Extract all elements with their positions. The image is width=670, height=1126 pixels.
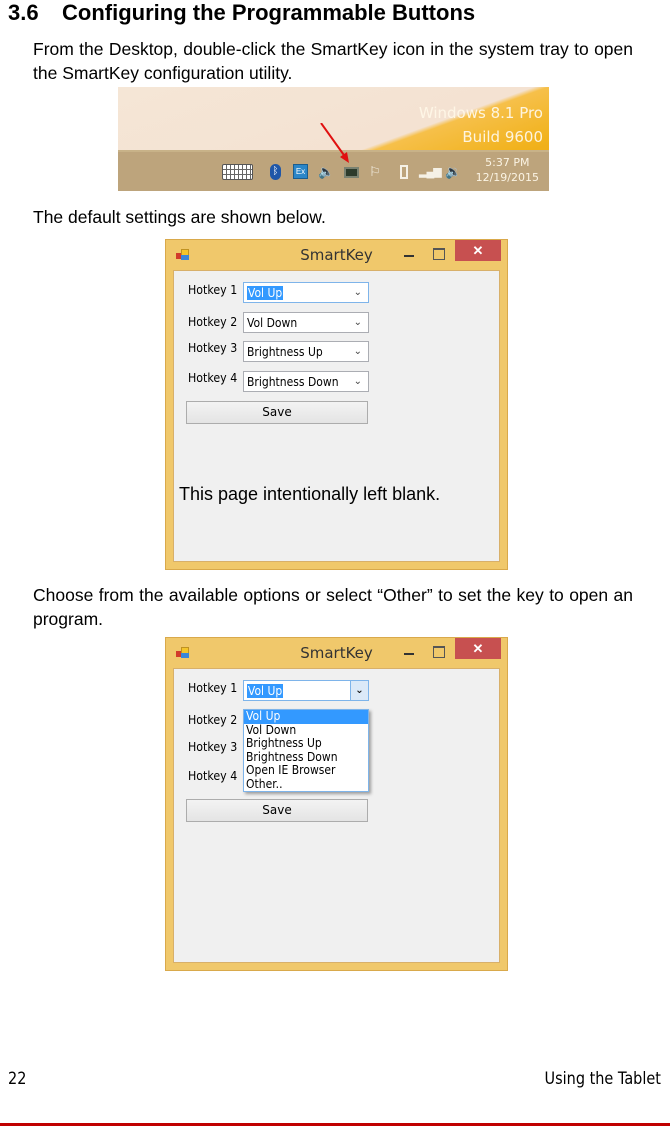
taskbar-screenshot: Windows 8.1 Pro Build 9600 ᛒ Ex 🔈 ⚐ ▂▄▆ … bbox=[118, 87, 549, 191]
smartkey-window-dropdown: SmartKey ✕ Hotkey 1 Vol Up ⌄ Vol Up Vol … bbox=[165, 637, 508, 971]
signal-icon[interactable]: ▂▄▆ bbox=[419, 165, 442, 179]
hotkey-2-label: Hotkey 2 bbox=[188, 315, 238, 329]
chevron-down-icon[interactable]: ⌄ bbox=[354, 286, 362, 300]
keyboard-icon[interactable] bbox=[222, 164, 253, 180]
dropdown-option[interactable]: Brightness Up bbox=[244, 736, 368, 751]
chevron-down-icon[interactable]: ⌄ bbox=[354, 375, 362, 389]
clock-date: 12/19/2015 bbox=[475, 171, 539, 184]
exchange-icon[interactable]: Ex bbox=[293, 164, 308, 179]
hotkey-4-value: Brightness Down bbox=[247, 375, 339, 389]
hotkey-3-label: Hotkey 3 bbox=[188, 341, 238, 355]
dropdown-option[interactable]: Vol Down bbox=[244, 722, 368, 738]
dropdown-option[interactable]: Other.. bbox=[244, 776, 368, 792]
clock-time: 5:37 PM bbox=[485, 156, 530, 169]
section-number: 3.6 bbox=[8, 0, 39, 25]
volume-icon[interactable]: 🔉 bbox=[445, 165, 461, 179]
chevron-down-icon[interactable]: ⌄ bbox=[350, 681, 368, 700]
hotkey-3-label: Hotkey 3 bbox=[188, 740, 238, 754]
arrow-shaft bbox=[320, 123, 347, 159]
dropdown-option[interactable]: Vol Up bbox=[244, 709, 368, 724]
hotkey-4-label: Hotkey 4 bbox=[188, 769, 238, 783]
hotkey-4-label: Hotkey 4 bbox=[188, 371, 238, 385]
option-label: Other.. bbox=[246, 776, 283, 791]
minimize-button[interactable] bbox=[401, 244, 417, 264]
close-button[interactable]: ✕ bbox=[455, 638, 501, 659]
tray-clock[interactable]: 5:37 PM 12/19/2015 bbox=[476, 155, 539, 185]
hotkey-1-select[interactable]: Vol Up ⌄ bbox=[243, 680, 369, 701]
hotkey-1-label: Hotkey 1 bbox=[188, 283, 238, 297]
arrow-head bbox=[340, 152, 349, 163]
defaults-paragraph: The default settings are shown below. bbox=[33, 207, 326, 227]
dropdown-option[interactable]: Open IE Browser bbox=[244, 763, 368, 778]
blank-page-note: This page intentionally left blank. bbox=[179, 484, 441, 504]
speaker-icon[interactable]: 🔈 bbox=[318, 165, 334, 179]
option-label: Brightness Down bbox=[246, 749, 338, 764]
hotkey-1-dropdown-list: Vol Up Vol Down Brightness Up Brightness… bbox=[243, 709, 369, 792]
option-label: Vol Up bbox=[246, 709, 281, 723]
battery-icon[interactable] bbox=[400, 165, 408, 179]
red-arrow-annotation bbox=[320, 123, 349, 163]
chevron-down-icon[interactable]: ⌄ bbox=[354, 316, 362, 330]
hotkey-1-label: Hotkey 1 bbox=[188, 681, 238, 695]
hotkey-1-value: Vol Up bbox=[247, 286, 284, 300]
page-number: 22 bbox=[8, 1069, 27, 1089]
title-bar[interactable]: SmartKey ✕ bbox=[166, 638, 507, 668]
intro-paragraph: From the Desktop, double-click the Smart… bbox=[33, 39, 633, 83]
close-button[interactable]: ✕ bbox=[455, 240, 501, 261]
hotkey-1-select[interactable]: Vol Up ⌄ bbox=[243, 282, 369, 303]
title-bar[interactable]: SmartKey ✕ bbox=[166, 240, 507, 270]
bluetooth-icon[interactable]: ᛒ bbox=[270, 164, 281, 180]
chapter-title: Using the Tablet bbox=[544, 1069, 661, 1089]
minimize-button[interactable] bbox=[401, 642, 417, 662]
hotkey-4-select[interactable]: Brightness Down ⌄ bbox=[243, 371, 369, 392]
option-label: Open IE Browser bbox=[246, 763, 336, 777]
choose-paragraph: Choose from the available options or sel… bbox=[33, 585, 633, 629]
hotkey-2-select[interactable]: Vol Down ⌄ bbox=[243, 312, 369, 333]
action-center-flag-icon[interactable]: ⚐ bbox=[369, 165, 383, 179]
dropdown-option[interactable]: Brightness Down bbox=[244, 749, 368, 765]
save-button[interactable]: Save bbox=[186, 401, 368, 424]
hotkey-3-value: Brightness Up bbox=[247, 345, 323, 359]
section-heading: 3.6 Configuring the Programmable Buttons bbox=[8, 0, 475, 26]
section-title: Configuring the Programmable Buttons bbox=[62, 0, 476, 25]
maximize-button[interactable] bbox=[431, 644, 445, 658]
hotkey-2-value: Vol Down bbox=[247, 316, 298, 330]
windows-version-watermark: Windows 8.1 Pro bbox=[418, 104, 543, 122]
chevron-down-icon[interactable]: ⌄ bbox=[354, 345, 362, 359]
hotkey-1-value: Vol Up bbox=[247, 684, 284, 698]
option-label: Brightness Up bbox=[246, 736, 322, 750]
hotkey-3-select[interactable]: Brightness Up ⌄ bbox=[243, 341, 369, 362]
smartkey-window-default: SmartKey ✕ Hotkey 1 Vol Up ⌄ Hotkey 2 Vo… bbox=[165, 239, 508, 570]
save-button[interactable]: Save bbox=[186, 799, 368, 822]
smartkey-icon[interactable] bbox=[344, 167, 359, 178]
window-client-area: Hotkey 1 Vol Up ⌄ Hotkey 2 Vol Down ⌄ Ho… bbox=[173, 270, 500, 562]
option-label: Vol Down bbox=[246, 722, 297, 737]
maximize-button[interactable] bbox=[431, 246, 445, 260]
window-client-area: Hotkey 1 Vol Up ⌄ Vol Up Vol Down Bright… bbox=[173, 668, 500, 963]
windows-build-watermark: Build 9600 bbox=[462, 128, 543, 146]
hotkey-2-label: Hotkey 2 bbox=[188, 713, 238, 727]
